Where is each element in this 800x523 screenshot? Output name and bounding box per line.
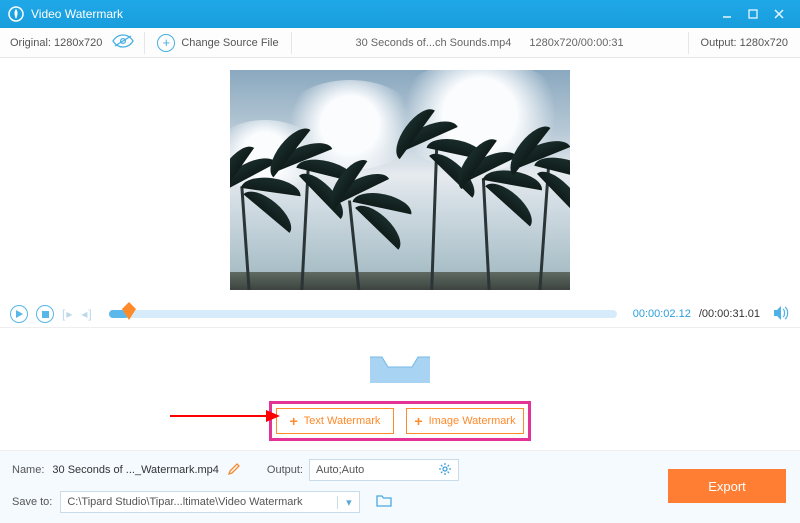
save-to-label: Save to: — [12, 496, 52, 508]
video-frame[interactable] — [230, 70, 570, 290]
video-preview-area — [0, 58, 800, 301]
change-source-label: Change Source File — [181, 37, 278, 49]
minimize-button[interactable] — [714, 4, 740, 24]
maximize-button[interactable] — [740, 4, 766, 24]
stop-button[interactable] — [36, 305, 54, 323]
watermark-buttons-highlight: + Text Watermark + Image Watermark — [269, 401, 531, 441]
close-button[interactable] — [766, 4, 792, 24]
output-format-select[interactable]: Auto;Auto — [309, 459, 459, 481]
output-format-value: Auto;Auto — [316, 464, 364, 476]
watermark-panel: + Text Watermark + Image Watermark — [0, 327, 800, 451]
export-label: Export — [708, 479, 746, 494]
source-meta: 1280x720/00:00:31 — [529, 37, 623, 49]
source-filename: 30 Seconds of...ch Sounds.mp4 — [355, 37, 511, 49]
add-image-watermark-button[interactable]: + Image Watermark — [406, 408, 524, 434]
plus-circle-icon: + — [157, 34, 175, 52]
app-title: Video Watermark — [31, 7, 714, 21]
mark-out-button[interactable]: ◂] — [81, 307, 92, 321]
annotation-arrow-icon — [170, 406, 280, 431]
image-watermark-label: Image Watermark — [429, 415, 516, 427]
original-resolution-label: Original: 1280x720 — [10, 37, 102, 49]
mark-in-button[interactable]: [▸ — [62, 307, 73, 321]
text-watermark-label: Text Watermark — [304, 415, 381, 427]
save-path-field[interactable]: C:\Tipard Studio\Tipar...ltimate\Video W… — [60, 491, 360, 513]
output-resolution-label: Output: 1280x720 — [701, 37, 788, 49]
preview-toggle-icon[interactable] — [112, 34, 134, 51]
app-logo-icon — [8, 6, 24, 22]
volume-icon[interactable] — [774, 306, 790, 323]
save-path-value: C:\Tipard Studio\Tipar...ltimate\Video W… — [61, 496, 337, 508]
player-controls: [▸ ◂] 00:00:02.12/00:00:31.01 — [0, 301, 800, 327]
change-source-button[interactable]: + Change Source File — [145, 34, 290, 52]
info-toolbar: Original: 1280x720 + Change Source File … — [0, 28, 800, 58]
output-settings-icon[interactable] — [438, 462, 452, 479]
name-label: Name: — [12, 464, 44, 476]
timeline-playhead-icon[interactable] — [122, 302, 136, 320]
play-button[interactable] — [10, 305, 28, 323]
titlebar: Video Watermark — [0, 0, 800, 28]
plus-icon: + — [414, 414, 422, 428]
output-name: 30 Seconds of ..._Watermark.mp4 — [52, 464, 219, 476]
bottom-bar: Name: 30 Seconds of ..._Watermark.mp4 Ou… — [0, 451, 800, 523]
total-time: /00:00:31.01 — [699, 308, 760, 320]
output-label: Output: — [267, 464, 303, 476]
inbox-tray-icon — [364, 337, 436, 387]
export-button[interactable]: Export — [668, 469, 786, 503]
open-folder-icon[interactable] — [376, 494, 392, 510]
current-time: 00:00:02.12 — [633, 308, 691, 320]
timeline-slider[interactable] — [109, 310, 617, 318]
save-path-dropdown-icon[interactable]: ▾ — [337, 496, 359, 509]
edit-name-icon[interactable] — [227, 462, 241, 479]
plus-icon: + — [290, 414, 298, 428]
add-text-watermark-button[interactable]: + Text Watermark — [276, 408, 394, 434]
